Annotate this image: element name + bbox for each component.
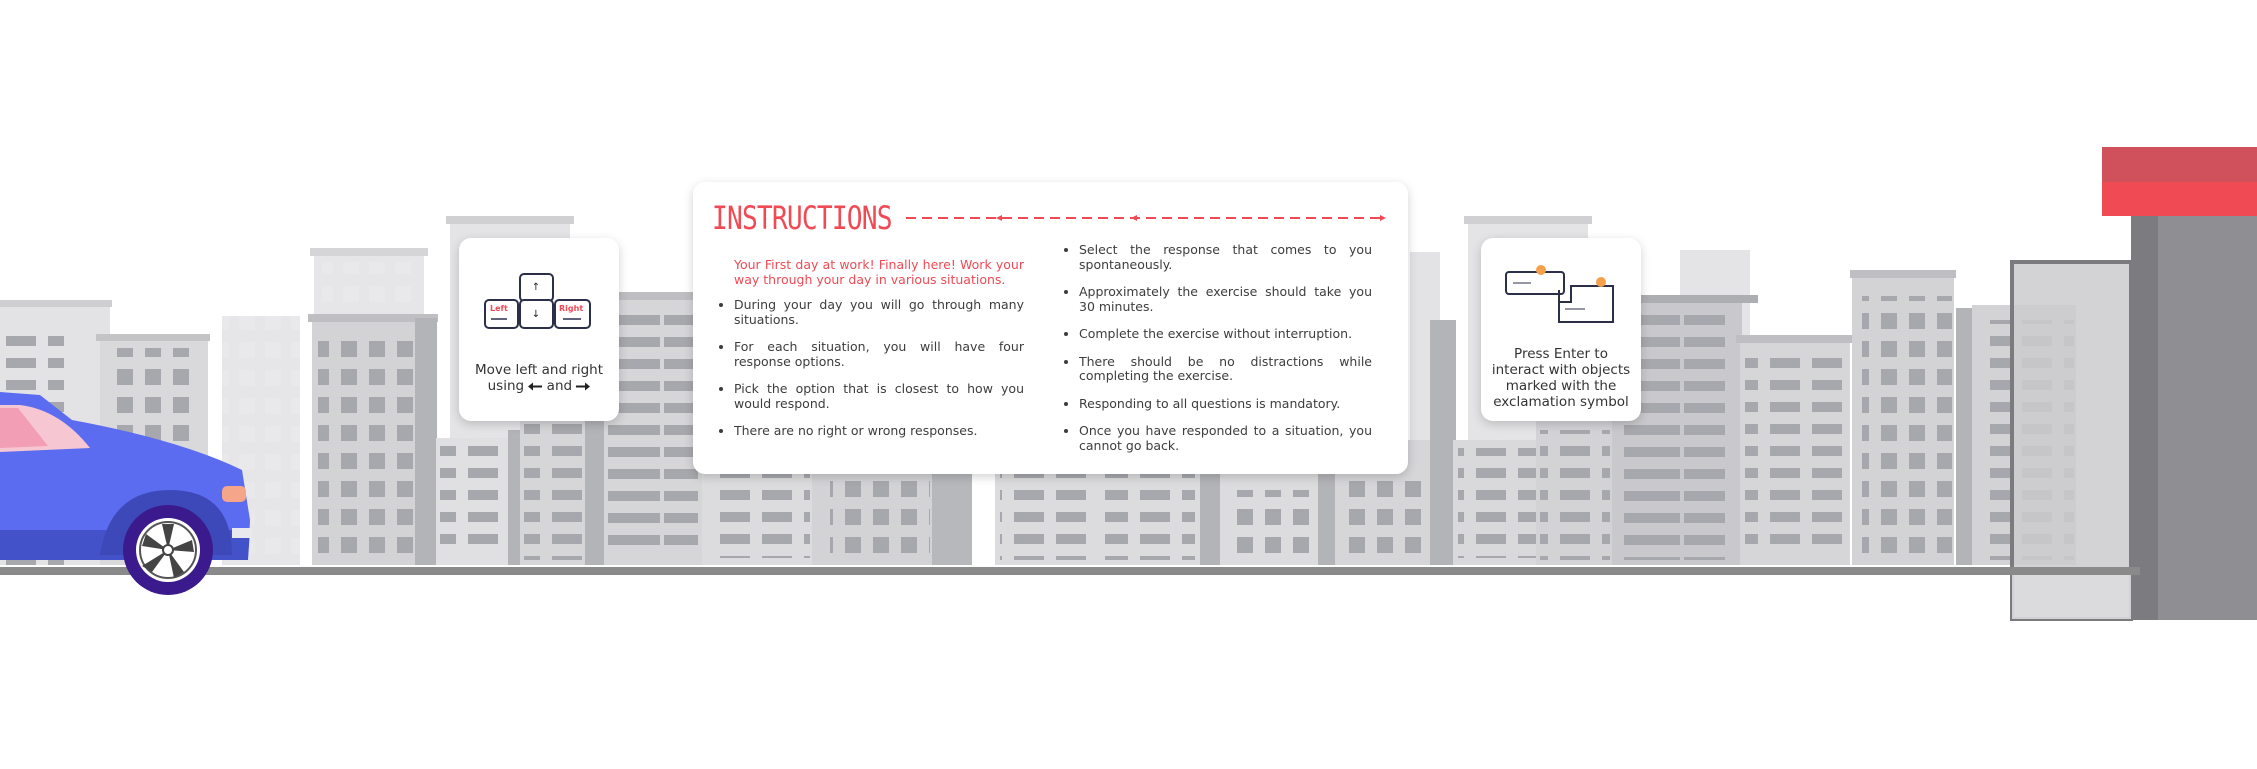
instructions-title: INSTRUCTIONS bbox=[712, 199, 893, 237]
interact-hint: Press Enter to interact with objects mar… bbox=[1491, 346, 1631, 410]
instructions-list-left: During your day you will go through many… bbox=[712, 297, 1024, 452]
road bbox=[0, 567, 2140, 575]
instruction-item: Complete the exercise without interrupti… bbox=[1079, 326, 1372, 342]
enter-key-icon bbox=[1505, 265, 1614, 323]
instructions-list-right: Select the response that comes to you sp… bbox=[1057, 242, 1372, 466]
bus-stop bbox=[2010, 147, 2257, 621]
instruction-item: For each situation, you will have four r… bbox=[734, 339, 1024, 369]
key-down: ↓ bbox=[532, 309, 540, 320]
game-scene: ↑ ↓ Left Right Move left and right using… bbox=[0, 0, 2257, 769]
instruction-item: There should be no distractions while co… bbox=[1079, 354, 1372, 384]
key-up: ↑ bbox=[532, 282, 540, 293]
dashed-arrow-decoration bbox=[906, 215, 1386, 221]
key-left: Left bbox=[490, 304, 508, 313]
instruction-item: Pick the option that is closest to how y… bbox=[734, 381, 1024, 411]
controls-hint: Move left and right using and bbox=[459, 362, 619, 394]
instruction-item: Once you have responded to a situation, … bbox=[1079, 423, 1372, 453]
instruction-item: During your day you will go through many… bbox=[734, 297, 1024, 327]
left-arrow-icon bbox=[528, 382, 543, 390]
instruction-item: Responding to all questions is mandatory… bbox=[1079, 396, 1372, 412]
instructions-panel: INSTRUCTIONS Your First day at work! Fin… bbox=[693, 182, 1408, 474]
instruction-item: Approximately the exercise should take y… bbox=[1079, 284, 1372, 314]
interact-card: Press Enter to interact with objects mar… bbox=[1481, 238, 1641, 421]
instruction-item: There are no right or wrong responses. bbox=[734, 423, 1024, 439]
controls-hint-using: using bbox=[487, 378, 525, 394]
arrow-keys-icon: ↑ ↓ Left Right bbox=[484, 273, 591, 329]
right-arrow-icon bbox=[576, 382, 591, 390]
instruction-item: Select the response that comes to you sp… bbox=[1079, 242, 1372, 272]
controls-hint-line1: Move left and right bbox=[474, 362, 604, 378]
instructions-intro: Your First day at work! Finally here! Wo… bbox=[734, 257, 1024, 287]
controls-hint-line2: using and bbox=[459, 378, 619, 394]
controls-card: ↑ ↓ Left Right Move left and right using… bbox=[459, 238, 619, 421]
controls-hint-and: and bbox=[546, 378, 573, 394]
key-right: Right bbox=[559, 304, 583, 313]
